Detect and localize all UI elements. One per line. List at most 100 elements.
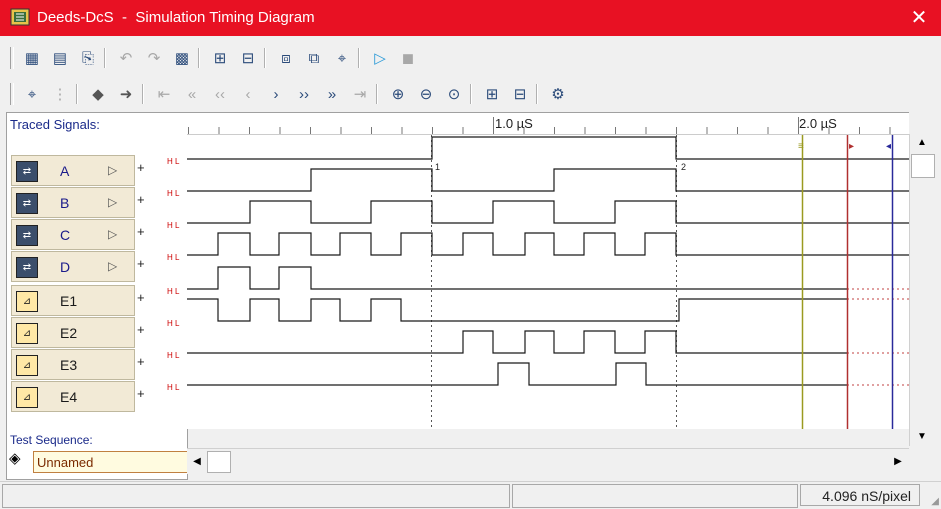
window-title: Deeds-DcS - Simulation Timing Diagram <box>37 9 315 26</box>
waveform-e2 <box>187 298 847 322</box>
trace-remove-icon[interactable]: ⊟ <box>236 46 260 70</box>
signal-e2-button[interactable]: ⊿ E2 <box>11 317 135 348</box>
prev-icon[interactable]: ‹‹ <box>208 82 232 106</box>
delete-icon[interactable]: ⊟ <box>508 82 532 106</box>
close-button[interactable]: ✕ <box>897 0 941 36</box>
signal-play-icon[interactable]: ▷ <box>108 227 117 241</box>
export-icon[interactable]: ⎘ <box>76 46 100 70</box>
waveform-c <box>187 200 909 224</box>
signal-play-icon[interactable]: ▷ <box>108 259 117 273</box>
expand-icon[interactable]: + <box>137 322 145 337</box>
separator <box>76 84 78 104</box>
separator <box>536 84 538 104</box>
test-sequence-input[interactable] <box>33 451 189 473</box>
last-icon[interactable]: ⇥ <box>348 82 372 106</box>
signal-e3-button[interactable]: ⊿ E3 <box>11 349 135 380</box>
right-icon[interactable]: ➜ <box>114 82 138 106</box>
scroll-thumb[interactable] <box>911 154 935 178</box>
cursor-disabled-icon[interactable]: ⋮ <box>48 82 72 106</box>
signals-panel: Traced Signals: ⇄ A ▷ + H L ⇄ B ▷ + H L … <box>6 112 191 480</box>
separator <box>142 84 144 104</box>
print-icon[interactable]: ▦ <box>20 46 44 70</box>
probe-icon[interactable]: ⌖ <box>330 46 354 70</box>
sequence-icon: ◈ <box>9 450 21 467</box>
signal-group-icon[interactable]: ⧈ <box>274 46 298 70</box>
next-step-icon[interactable]: › <box>264 82 288 106</box>
scroll-right-button[interactable]: ▶ <box>889 452 907 472</box>
separator <box>358 48 360 68</box>
redo-icon[interactable]: ↷ <box>142 46 166 70</box>
hscroll-thumb[interactable] <box>207 451 231 473</box>
test-sequence-label: Test Sequence: <box>10 433 93 447</box>
expand-icon[interactable]: + <box>137 386 145 401</box>
cursor-icon[interactable]: ⌖ <box>20 82 44 106</box>
expand-icon[interactable]: + <box>137 256 145 271</box>
waveforms <box>187 136 909 386</box>
toolbar-grip <box>10 47 14 69</box>
prev-step-icon[interactable]: ‹ <box>236 82 260 106</box>
expand-icon[interactable]: + <box>137 290 145 305</box>
trace-add-icon[interactable]: ⊞ <box>208 46 232 70</box>
level-labels: H L <box>167 157 180 166</box>
stop-icon[interactable]: ◼ <box>396 46 420 70</box>
first-icon[interactable]: ⇤ <box>152 82 176 106</box>
expand-icon[interactable]: + <box>137 224 145 239</box>
signal-a-button[interactable]: ⇄ A ▷ <box>11 155 135 186</box>
separator <box>376 84 378 104</box>
signal-play-icon[interactable]: ▷ <box>108 195 117 209</box>
undo-icon[interactable]: ↶ <box>114 46 138 70</box>
status-pane-2 <box>512 484 798 508</box>
settings-icon[interactable]: ⚙ <box>546 82 570 106</box>
expand-icon[interactable]: + <box>137 354 145 369</box>
next-fast-icon[interactable]: » <box>320 82 344 106</box>
vertical-scrollbar[interactable]: ▲ ▼ <box>909 134 935 446</box>
expand-icon[interactable]: + <box>137 192 145 207</box>
clipboard-icon[interactable]: ▩ <box>170 46 194 70</box>
cursor-blue-handle-icon: ◂ <box>886 141 891 152</box>
scroll-down-button[interactable]: ▼ <box>911 428 933 446</box>
resize-grip-icon[interactable]: ◢ <box>931 496 939 507</box>
title-bar: Deeds-DcS - Simulation Timing Diagram ✕ <box>0 0 941 36</box>
marker-label-1: 1 <box>435 162 440 172</box>
waveform-e3 <box>187 330 847 354</box>
page-setup-icon[interactable]: ▤ <box>48 46 72 70</box>
status-pane-1 <box>2 484 510 508</box>
signal-d-button[interactable]: ⇄ D ▷ <box>11 251 135 282</box>
timing-diagram[interactable]: 1.0 µS 2.0 µS 1 2 ≡ ▸ ◂ <box>187 112 909 429</box>
signal-e4-button[interactable]: ⊿ E4 <box>11 381 135 412</box>
signal-e1-button[interactable]: ⊿ E1 <box>11 285 135 316</box>
input-switch-icon: ⇄ <box>16 193 38 214</box>
output-probe-icon: ⊿ <box>16 355 38 376</box>
horizontal-scrollbar[interactable]: ◀ ▶ <box>187 448 909 474</box>
left-icon[interactable]: ◆ <box>86 82 110 106</box>
signal-name: E3 <box>60 357 78 373</box>
input-switch-icon: ⇄ <box>16 257 38 278</box>
signal-b-button[interactable]: ⇄ B ▷ <box>11 187 135 218</box>
signal-c-button[interactable]: ⇄ C ▷ <box>11 219 135 250</box>
level-labels: H L <box>167 221 180 230</box>
signal-name: E2 <box>60 325 78 341</box>
expand-icon[interactable]: + <box>137 160 145 175</box>
prev-fast-icon[interactable]: « <box>180 82 204 106</box>
next-icon[interactable]: ›› <box>292 82 316 106</box>
signal-row-e4: ⊿ E4 + H L <box>11 381 191 412</box>
signal-ungroup-icon[interactable]: ⧉ <box>302 46 326 70</box>
close-icon: ✕ <box>910 7 928 29</box>
signal-row-b: ⇄ B ▷ + H L <box>11 187 191 218</box>
zoom-out-icon[interactable]: ⊖ <box>414 82 438 106</box>
app-icon <box>10 8 30 26</box>
scroll-up-button[interactable]: ▲ <box>911 134 933 152</box>
run-icon[interactable]: ▷ <box>368 46 392 70</box>
scroll-left-button[interactable]: ◀ <box>188 452 206 472</box>
signal-row-e3: ⊿ E3 + H L <box>11 349 191 380</box>
signal-play-icon[interactable]: ▷ <box>108 163 117 177</box>
waveform-b <box>187 168 909 192</box>
zoom-in-icon[interactable]: ⊕ <box>386 82 410 106</box>
status-bar: 4.096 nS/pixel ◢ <box>0 481 941 509</box>
ruler: 1.0 µS 2.0 µS <box>187 116 909 135</box>
signal-row-e1: ⊿ E1 + H L <box>11 285 191 316</box>
zoom-fit-icon[interactable]: ⊙ <box>442 82 466 106</box>
insert-icon[interactable]: ⊞ <box>480 82 504 106</box>
cursor-olive-handle-icon: ≡ <box>798 141 804 152</box>
signal-name: D <box>60 259 71 275</box>
